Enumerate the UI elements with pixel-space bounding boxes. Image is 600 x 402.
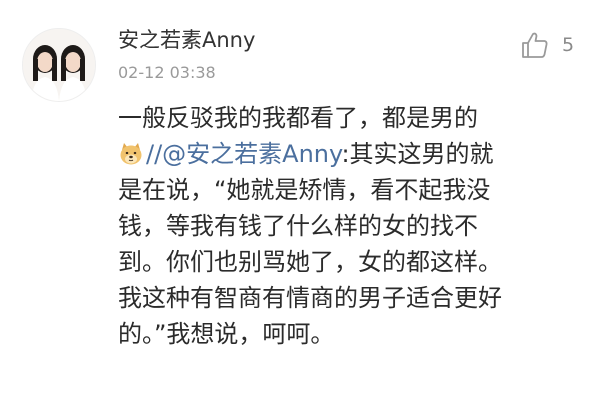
mention-link[interactable]: //@安之若素Anny	[146, 140, 341, 168]
thumbs-up-icon	[522, 32, 548, 58]
like-button[interactable]: 5	[520, 30, 574, 60]
comment-line-1: 一般反驳我的我都看了，都是男的	[118, 104, 478, 132]
comment-line-2: //@安之若素Anny:其实这男的就	[118, 136, 580, 172]
comment-line-6: 我这种有智商有情商的男子适合更好	[118, 284, 502, 312]
comment-line-7: 的。”我想说，呵呵。	[118, 320, 335, 348]
comment-line-5: 到。你们也别骂她了，女的都这样。	[118, 248, 502, 276]
comment-line-2-text: :其实这男的就	[341, 140, 494, 168]
comment-card: 安之若素Anny 02-12 03:38 5 一般反驳我的我都看了，都是男的 /…	[0, 0, 600, 402]
username[interactable]: 安之若素Anny	[118, 24, 255, 54]
doge-emoji-icon	[120, 143, 142, 165]
comment-body: 一般反驳我的我都看了，都是男的 //@安之若素Anny:其实这男的就 是在说，“…	[118, 100, 580, 352]
comment-line-4: 钱，等我有钱了什么样的女的找不	[118, 212, 478, 240]
avatar[interactable]	[22, 28, 96, 102]
like-count: 5	[562, 34, 575, 56]
comment-line-3: 是在说，“她就是矫情，看不起我没	[118, 176, 491, 204]
timestamp: 02-12 03:38	[118, 63, 216, 82]
avatar-image	[23, 29, 95, 101]
